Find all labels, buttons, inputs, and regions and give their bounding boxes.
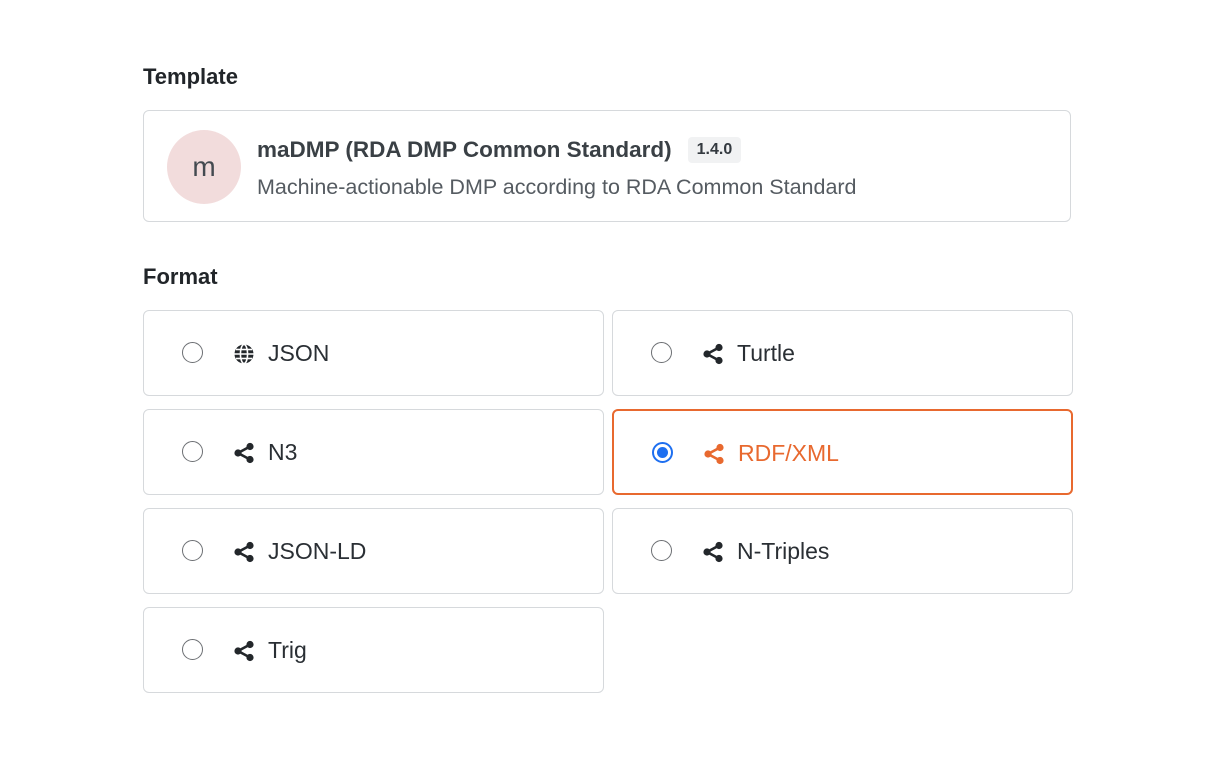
format-label-n3: N3: [268, 439, 298, 465]
radio-turtle[interactable]: [651, 342, 672, 363]
share-icon: [233, 442, 255, 464]
format-label-turtle: Turtle: [737, 340, 795, 366]
share-icon: [702, 343, 724, 365]
share-icon: [702, 541, 724, 563]
format-option-json-ld[interactable]: JSON-LD: [143, 508, 604, 594]
format-label-json-ld: JSON-LD: [268, 538, 367, 564]
radio-json[interactable]: [182, 342, 203, 363]
radio-n3[interactable]: [182, 441, 203, 462]
format-label-json: JSON: [268, 340, 330, 366]
version-badge: 1.4.0: [687, 137, 742, 163]
template-avatar: m: [167, 130, 241, 204]
template-description: Machine-actionable DMP according to RDA …: [257, 175, 857, 199]
share-icon: [703, 443, 725, 465]
template-title-row: maDMP (RDA DMP Common Standard) 1.4.0: [257, 137, 742, 163]
format-label-trig: Trig: [268, 637, 307, 663]
template-section-label: Template: [143, 64, 238, 89]
radio-trig[interactable]: [182, 639, 203, 660]
globe-icon: [233, 343, 255, 365]
format-option-json[interactable]: JSON: [143, 310, 604, 396]
format-option-rdf-xml[interactable]: RDF/XML: [612, 409, 1073, 495]
share-icon: [233, 541, 255, 563]
radio-rdf-xml[interactable]: [652, 442, 673, 463]
format-label-n-triples: N-Triples: [737, 538, 830, 564]
radio-n-triples[interactable]: [651, 540, 672, 561]
format-option-turtle[interactable]: Turtle: [612, 310, 1073, 396]
format-option-n-triples[interactable]: N-Triples: [612, 508, 1073, 594]
template-name: maDMP (RDA DMP Common Standard): [257, 137, 672, 162]
format-section-label: Format: [143, 264, 218, 289]
template-card: m maDMP (RDA DMP Common Standard) 1.4.0 …: [143, 110, 1071, 222]
format-label-rdf-xml: RDF/XML: [738, 440, 839, 466]
format-option-n3[interactable]: N3: [143, 409, 604, 495]
share-icon: [233, 640, 255, 662]
format-option-trig[interactable]: Trig: [143, 607, 604, 693]
radio-json-ld[interactable]: [182, 540, 203, 561]
